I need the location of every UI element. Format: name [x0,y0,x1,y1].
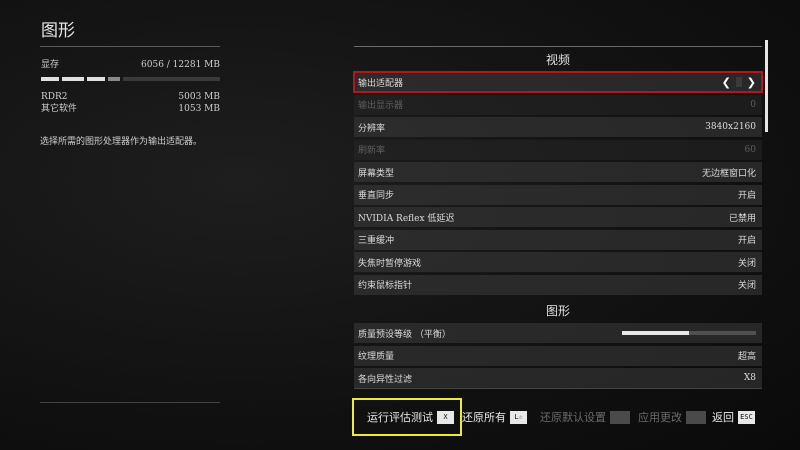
setting-row[interactable]: NVIDIA Reflex 低延迟 已禁用 [354,207,762,227]
setting-value-area: 开启 [738,188,756,201]
chevron-left-icon[interactable]: ❮ [722,76,731,89]
action-label: 运行评估测试 [367,411,433,424]
setting-row[interactable]: 屏幕类型 无边框窗口化 [354,162,762,182]
run-benchmark-button[interactable]: 运行评估测试 X [367,409,454,425]
page-title: 图形 [41,21,75,41]
setting-label: 失焦时暂停游戏 [358,258,422,269]
memory-row-value: 1053 MB [178,104,220,114]
vram-usage-bar [41,77,220,81]
setting-value: 开启 [737,191,756,201]
vram-value: 6056 / 12281 MB [141,60,220,70]
left-bottom-divider [40,402,220,403]
keybind-icon: L☆ [510,410,527,424]
quality-slider[interactable] [622,331,756,335]
setting-value-area: 超高 [738,349,756,362]
setting-value: 0 [750,99,756,110]
setting-value-area: X8 [744,373,756,383]
setting-row[interactable]: 分辨率 3840x2160 [354,117,762,137]
setting-label: 约束鼠标指针 [358,281,413,291]
vram-row: 显存 6056 / 12281 MB [41,59,220,71]
keybind-icon: X [437,410,454,424]
keybind-icon [610,410,630,424]
setting-row[interactable]: 纹理质量 超高 [354,345,762,366]
setting-value-area: 关闭 [738,278,756,291]
vram-bar-segment [108,77,120,81]
panel-bottom-divider [354,388,762,389]
section-header: 视频 [545,53,570,67]
keybind-icon [686,410,706,424]
setting-row[interactable]: 各向异性过滤 X8 [354,368,762,388]
setting-value: 60 [744,144,756,155]
setting-row[interactable]: 失焦时暂停游戏 关闭 [354,252,762,272]
setting-value-area: 60 [745,145,756,155]
title-divider [40,46,220,47]
action-label: 还原所有 [462,411,506,424]
memory-row-label: RDR2 [41,92,68,102]
apply-changes-button[interactable]: 应用更改 [638,409,706,425]
setting-label: 分辨率 [358,123,386,134]
setting-label: 三重缓冲 [358,236,395,246]
setting-value: 关闭 [737,281,756,291]
vram-bar-segment [41,77,59,81]
memory-row-value: 5003 MB [178,92,220,102]
memory-row-label: 其它软件 [41,104,78,114]
setting-value-area [622,331,756,335]
setting-row[interactable]: 三重缓冲 开启 [354,229,762,250]
memory-row-rdr2: RDR2 5003 MB [41,91,220,103]
left-info-panel: 图形 [40,20,220,54]
setting-label: 屏幕类型 [358,168,395,179]
setting-value-area: 0 [750,100,756,110]
setting-value: X8 [743,373,756,383]
action-label: 返回 [712,411,734,424]
setting-value: 关闭 [737,258,756,269]
setting-value: 3840x2160 [705,122,756,132]
vram-bar-remaining [123,77,220,81]
setting-row[interactable]: 约束鼠标指针 关闭 [354,274,762,295]
keybind-icon: ESC [738,410,755,424]
setting-label: 输出显示器 [358,101,404,111]
setting-label: 垂直同步 [358,191,395,201]
setting-row: 输出显示器 0 [354,94,762,115]
value-placeholder [735,77,742,87]
back-button[interactable]: 返回 ESC [712,409,755,425]
setting-value-area: 关闭 [738,256,756,269]
setting-value: 无边框窗口化 [701,168,756,179]
vram-bar-segment [62,77,84,81]
setting-value-area: 3840x2160 [705,122,756,132]
setting-row[interactable]: 输出适配器 ❮ ❯ [353,71,763,93]
setting-row[interactable]: 垂直同步 开启 [354,184,762,205]
setting-row: 刷新率 60 [354,139,762,160]
vram-bar-segment [87,77,105,81]
action-label: 还原默认设置 [540,411,606,424]
restore-defaults-button[interactable]: 还原默认设置 [540,409,630,425]
setting-value: 超高 [737,352,756,362]
setting-label: 各向异性过滤 [358,374,413,385]
setting-label: 刷新率 [358,146,386,156]
setting-value-area: 开启 [738,233,756,246]
setting-label: NVIDIA Reflex 低延迟 [358,213,455,224]
restore-all-button[interactable]: 还原所有 L☆ [462,409,527,425]
settings-scrollbar[interactable] [765,40,768,132]
setting-value-area: 已禁用 [729,211,756,224]
action-label: 应用更改 [638,411,682,424]
setting-value-area: 无边框窗口化 [702,166,756,179]
setting-row[interactable]: 质量预设等级 （平衡） [354,323,762,343]
memory-panel: 显存 6056 / 12281 MB RDR2 5003 MB 其它软件 105… [41,59,220,115]
slider-fill [622,331,689,335]
chevron-right-icon[interactable]: ❯ [747,76,756,89]
setting-value: 开启 [737,236,756,246]
setting-value: 已禁用 [728,213,756,224]
setting-description: 选择所需的图形处理器作为输出适配器。 [40,137,203,147]
setting-label: 质量预设等级 （平衡） [358,329,451,340]
settings-list: 视频 输出适配器 ❮ ❯ 输出显示器 0 分辨率 3840x2160 刷新率 60 屏幕类型 无边框窗… [353,46,763,391]
setting-label: 纹理质量 [358,352,395,362]
setting-label: 输出适配器 [358,78,404,89]
setting-value-area: ❮ ❯ [722,76,756,89]
section-header: 图形 [545,304,570,318]
action-bar: 运行评估测试 X 还原所有 L☆ 还原默认设置 应用更改 返回 ESC [352,398,772,438]
memory-row-other: 其它软件 1053 MB [41,103,220,115]
vram-label: 显存 [41,60,60,70]
